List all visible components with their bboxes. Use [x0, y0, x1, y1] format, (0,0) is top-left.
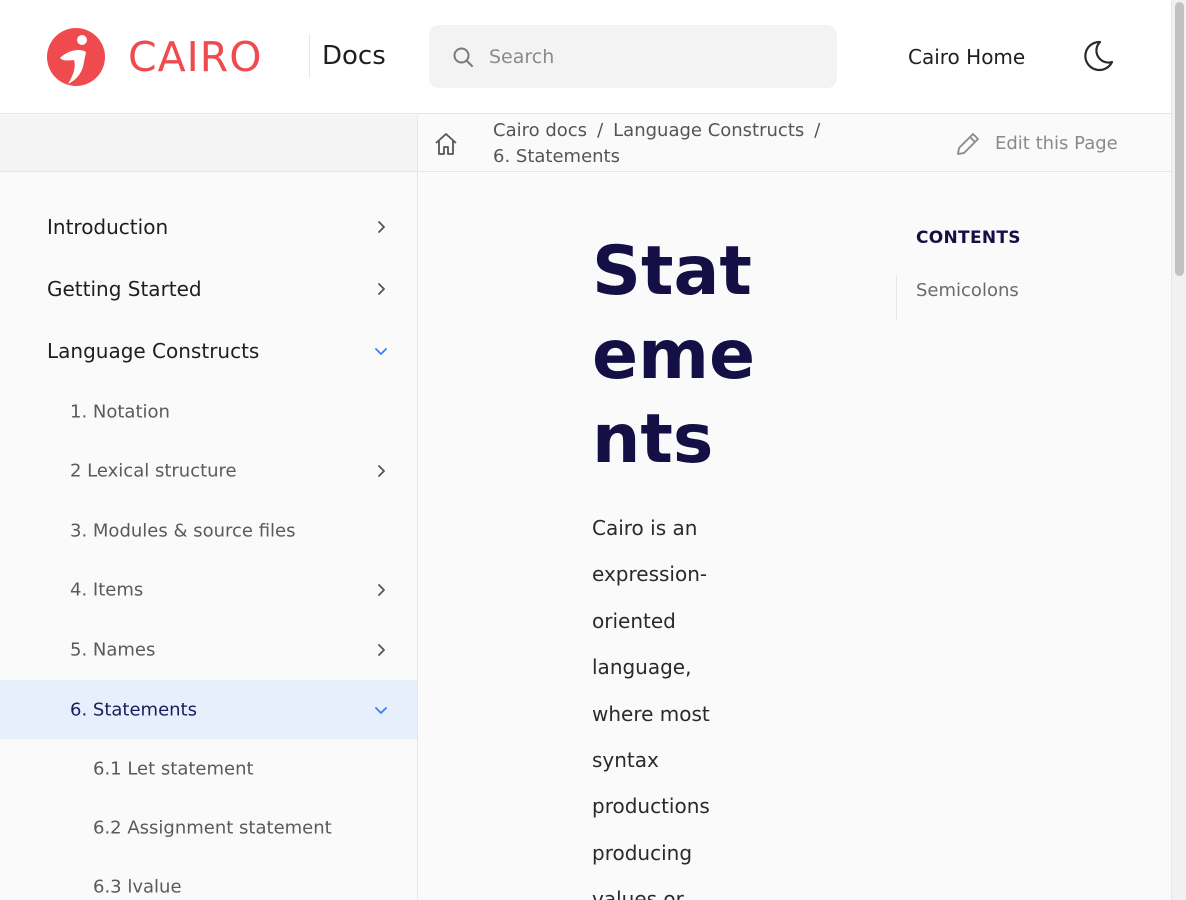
sidebar-item-lexical-structure[interactable]: 2 Lexical structure: [0, 442, 417, 500]
sidebar-item-label: 4. Items: [70, 579, 144, 601]
sidebar-item-label: Getting Started: [47, 277, 202, 301]
sidebar-item-assignment-statement[interactable]: 6.2 Assignment statement: [0, 799, 417, 857]
sidebar-item-introduction[interactable]: Introduction: [0, 198, 417, 256]
chevron-right-icon[interactable]: [373, 219, 389, 235]
pencil-icon: [957, 133, 979, 155]
sidebar-item-label: 6.2 Assignment statement: [93, 817, 332, 839]
docs-label[interactable]: Docs: [322, 38, 386, 74]
sidebar-item-label: 6.3 lvalue: [93, 876, 182, 898]
sidebar-item-label: 3. Modules & source files: [70, 520, 296, 542]
cairo-home-link[interactable]: Cairo Home: [908, 43, 1025, 71]
search-icon: [453, 47, 473, 67]
intro-paragraph: Cairo is an expression-oriented language…: [592, 516, 710, 900]
moon-icon[interactable]: [1080, 38, 1116, 74]
scrollbar-thumb[interactable]: [1175, 2, 1184, 276]
edit-page-label: Edit this Page: [995, 133, 1118, 154]
sidebar-nav: Introduction Getting Started Language Co…: [0, 172, 418, 900]
sidebar-item-label: 6. Statements: [70, 699, 197, 720]
chevron-right-icon[interactable]: [373, 463, 389, 479]
sidebar-item-label: 2 Lexical structure: [70, 460, 237, 482]
home-icon[interactable]: [432, 130, 460, 158]
sidebar-item-language-constructs[interactable]: Language Constructs: [0, 322, 417, 380]
chevron-down-icon[interactable]: [373, 343, 389, 359]
subbar-left: [0, 115, 418, 172]
chevron-right-icon[interactable]: [373, 281, 389, 297]
sidebar-item-label: 1. Notation: [70, 401, 170, 423]
logo-divider: [309, 34, 310, 78]
sidebar-item-items[interactable]: 4. Items: [0, 561, 417, 619]
toc-indicator-line: [896, 276, 897, 320]
sidebar-item-label: 6.1 Let statement: [93, 758, 254, 780]
chevron-down-icon[interactable]: [373, 702, 389, 718]
cairo-logo-icon: [47, 28, 105, 86]
breadcrumb-separator: /: [597, 120, 604, 141]
sidebar-item-notation[interactable]: 1. Notation: [0, 383, 417, 441]
sidebar-item-label: Language Constructs: [47, 339, 260, 363]
top-header: CAIRO Docs Cairo Home: [0, 0, 1171, 114]
toc-item-semicolons[interactable]: Semicolons: [916, 280, 1019, 301]
breadcrumb: Cairo docs / Language Constructs / 6. Statem…: [493, 118, 863, 170]
sidebar-item-label: 5. Names: [70, 639, 156, 661]
search-input[interactable]: [489, 45, 809, 68]
sidebar-item-statements[interactable]: 6. Statements: [0, 680, 417, 739]
cairo-logo[interactable]: CAIRO: [46, 28, 263, 86]
subbar: Cairo docs / Language Constructs / 6. Statem…: [418, 115, 1171, 172]
logo-wordmark: CAIRO: [128, 33, 263, 81]
edit-page-link[interactable]: Edit this Page: [955, 131, 1118, 157]
toc-heading: CONTENTS: [916, 228, 1021, 248]
sidebar-item-getting-started[interactable]: Getting Started: [0, 260, 417, 318]
sidebar-item-names[interactable]: 5. Names: [0, 621, 417, 679]
page-title: Statements: [592, 232, 756, 479]
chevron-right-icon[interactable]: [373, 582, 389, 598]
chevron-right-icon[interactable]: [373, 642, 389, 658]
breadcrumb-current: 6. Statements: [493, 146, 620, 167]
search-box[interactable]: [429, 25, 837, 88]
sidebar-item-modules[interactable]: 3. Modules & source files: [0, 502, 417, 560]
breadcrumb-item[interactable]: Cairo docs: [493, 120, 587, 141]
breadcrumb-separator: /: [814, 120, 821, 141]
sidebar-item-let-statement[interactable]: 6.1 Let statement: [0, 740, 417, 798]
breadcrumb-item[interactable]: Language Constructs: [613, 120, 804, 141]
sidebar-item-lvalue[interactable]: 6.3 lvalue: [0, 858, 417, 900]
sidebar-item-label: Introduction: [47, 215, 169, 239]
page-scrollbar[interactable]: [1171, 0, 1186, 900]
